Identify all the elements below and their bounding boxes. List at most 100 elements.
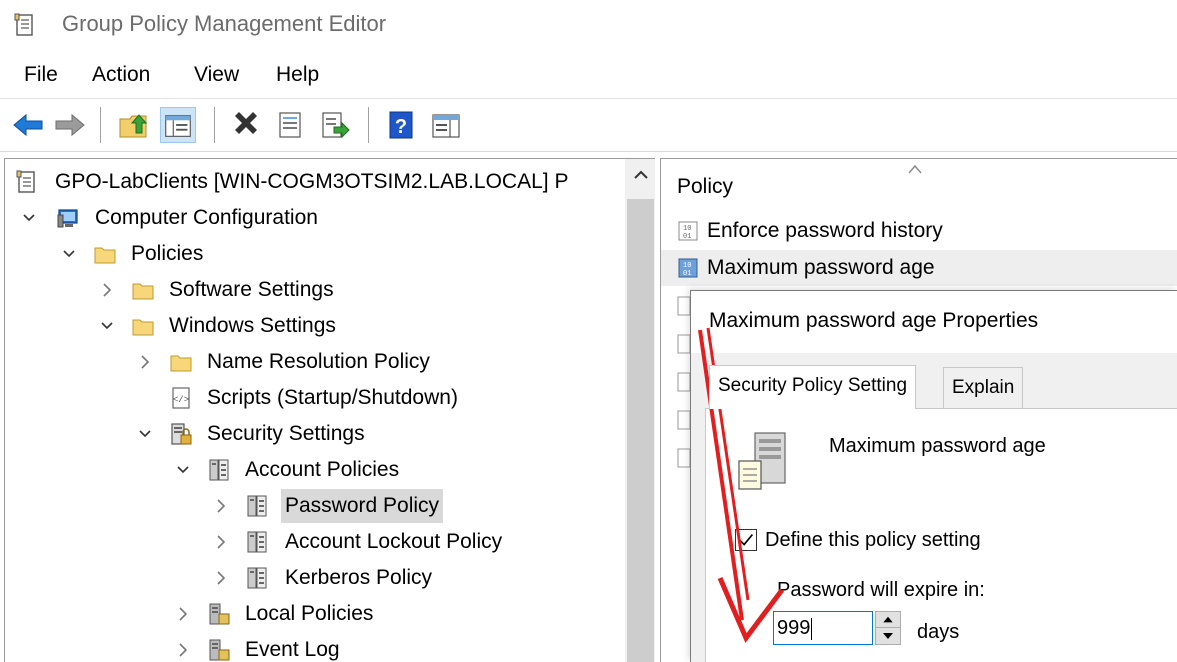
tree-item-label: Windows Settings bbox=[169, 314, 336, 337]
chevron-down-icon[interactable] bbox=[137, 417, 153, 451]
tree-item-software-settings[interactable]: Software Settings bbox=[5, 273, 615, 307]
delete-icon[interactable] bbox=[228, 107, 264, 143]
chevron-down-icon[interactable] bbox=[99, 309, 115, 343]
tree-item-label: Kerberos Policy bbox=[285, 566, 433, 589]
server-policy-icon bbox=[738, 432, 786, 490]
tree-item-event-log[interactable]: Event Log bbox=[5, 633, 615, 662]
tree-item-security-settings[interactable]: Security Settings bbox=[5, 417, 615, 451]
policy-setting-icon: 10 01 bbox=[678, 258, 698, 278]
chevron-right-icon[interactable] bbox=[213, 561, 229, 595]
tree-item-computer-configuration[interactable]: Computer Configuration bbox=[5, 201, 615, 235]
folder-icon bbox=[132, 319, 154, 336]
tree-root-label: GPO-LabClients [WIN-COGM3OTSIM2.LAB.LOCA… bbox=[55, 170, 569, 193]
menu-file[interactable]: File bbox=[24, 63, 58, 87]
chevron-right-icon[interactable] bbox=[213, 525, 229, 559]
script-icon: </> bbox=[172, 387, 190, 409]
define-policy-checkbox[interactable] bbox=[735, 529, 757, 551]
chevron-down-icon[interactable] bbox=[175, 453, 191, 487]
tree-item-scripts[interactable]: </> Scripts (Startup/Shutdown) bbox=[5, 381, 615, 415]
text-caret bbox=[811, 617, 813, 640]
chevron-right-icon[interactable] bbox=[213, 489, 229, 523]
expire-days-input[interactable]: 999 bbox=[773, 611, 873, 645]
toolbar: ? bbox=[0, 98, 1177, 152]
tree-item-label: Account Policies bbox=[245, 458, 400, 481]
properties-icon[interactable] bbox=[272, 107, 308, 143]
back-icon[interactable] bbox=[10, 107, 46, 143]
policy-row-label: Maximum password age bbox=[707, 256, 935, 279]
tree-item-account-policies[interactable]: Account Policies bbox=[5, 453, 615, 487]
spin-down-icon[interactable] bbox=[876, 628, 900, 644]
toolbar-separator bbox=[368, 107, 369, 143]
expire-days-spinner[interactable] bbox=[875, 611, 901, 645]
chevron-right-icon[interactable] bbox=[99, 273, 115, 307]
help-icon[interactable]: ? bbox=[384, 107, 420, 143]
tab-explain[interactable]: Explain bbox=[943, 367, 1024, 409]
policy-row-enforce-password-history[interactable]: 10 01 Enforce password history bbox=[661, 213, 1177, 249]
dialog-title: Maximum password age Properties bbox=[709, 309, 1039, 332]
policy-container-icon bbox=[247, 567, 267, 589]
chevron-right-icon[interactable] bbox=[137, 345, 153, 379]
svg-text:01: 01 bbox=[683, 233, 691, 241]
menu-view[interactable]: View bbox=[194, 63, 239, 87]
tab-security-policy-setting[interactable]: Security Policy Setting bbox=[709, 365, 917, 409]
properties-dialog: Maximum password age Properties Security… bbox=[690, 290, 1177, 662]
tab-label: Explain bbox=[952, 377, 1015, 398]
checkmark-icon bbox=[739, 534, 753, 546]
tree-scrollbar[interactable] bbox=[625, 159, 655, 662]
spin-up-icon[interactable] bbox=[876, 612, 900, 628]
setting-name: Maximum password age bbox=[829, 435, 1046, 457]
tree-item-account-lockout-policy[interactable]: Account Lockout Policy bbox=[5, 525, 615, 559]
chevron-down-icon[interactable] bbox=[21, 201, 37, 235]
tab-label: Security Policy Setting bbox=[718, 375, 908, 396]
tree-item-windows-settings[interactable]: Windows Settings bbox=[5, 309, 615, 343]
expire-label: Password will expire in: bbox=[777, 579, 985, 601]
toolbar-separator bbox=[100, 107, 101, 143]
menu-action[interactable]: Action bbox=[92, 63, 150, 87]
console-tree-pane: GPO-LabClients [WIN-COGM3OTSIM2.LAB.LOCA… bbox=[4, 158, 655, 662]
computer-icon bbox=[57, 209, 78, 228]
hidden-policy-row-icons bbox=[677, 296, 691, 468]
column-header-policy[interactable]: Policy bbox=[677, 175, 733, 199]
tree-item-label: Account Lockout Policy bbox=[285, 530, 503, 553]
policy-row-label: Enforce password history bbox=[707, 219, 943, 242]
svg-text:</>: </> bbox=[173, 395, 189, 405]
chevron-right-icon[interactable] bbox=[175, 597, 191, 631]
forward-icon[interactable] bbox=[52, 107, 88, 143]
expire-days-value: 999 bbox=[777, 617, 811, 639]
tree-item-label: Computer Configuration bbox=[95, 206, 318, 229]
policy-container-icon bbox=[209, 603, 230, 625]
tree-item-label: Event Log bbox=[245, 638, 340, 661]
folder-icon bbox=[170, 355, 192, 372]
security-settings-icon bbox=[171, 423, 192, 445]
tree-item-label: Software Settings bbox=[169, 278, 334, 301]
svg-text:?: ? bbox=[395, 116, 407, 138]
policy-container-icon bbox=[209, 459, 229, 481]
show-hide-tree-icon[interactable] bbox=[160, 107, 196, 143]
folder-icon bbox=[132, 283, 154, 300]
menu-bar: File Action View Help bbox=[0, 56, 1177, 94]
tree-root[interactable]: GPO-LabClients [WIN-COGM3OTSIM2.LAB.LOCA… bbox=[13, 165, 623, 199]
tree-item-label: Local Policies bbox=[245, 602, 374, 625]
tree-item-policies[interactable]: Policies bbox=[5, 237, 615, 271]
menu-help[interactable]: Help bbox=[276, 63, 319, 87]
show-action-pane-icon[interactable] bbox=[428, 107, 464, 143]
scrollbar-thumb[interactable] bbox=[627, 199, 654, 662]
up-folder-icon[interactable] bbox=[116, 107, 152, 143]
tree-item-kerberos-policy[interactable]: Kerberos Policy bbox=[5, 561, 615, 595]
export-list-icon[interactable] bbox=[316, 107, 352, 143]
chevron-down-icon[interactable] bbox=[61, 237, 77, 271]
tree-item-local-policies[interactable]: Local Policies bbox=[5, 597, 615, 631]
policy-row-maximum-password-age[interactable]: 10 01 Maximum password age bbox=[661, 250, 1177, 286]
tree-item-name-resolution-policy[interactable]: Name Resolution Policy bbox=[5, 345, 615, 379]
tree-item-label: Password Policy bbox=[281, 489, 444, 523]
define-policy-checkbox-label[interactable]: Define this policy setting bbox=[765, 529, 981, 552]
toolbar-separator bbox=[214, 107, 215, 143]
chevron-right-icon[interactable] bbox=[175, 633, 191, 662]
tree-item-label: Name Resolution Policy bbox=[207, 350, 430, 373]
gpo-icon bbox=[16, 170, 35, 193]
svg-text:10: 10 bbox=[683, 225, 691, 233]
tree-item-password-policy[interactable]: Password Policy bbox=[5, 489, 615, 523]
policy-container-icon bbox=[247, 495, 267, 517]
scroll-up-arrow-icon[interactable] bbox=[631, 165, 651, 185]
sort-ascending-icon bbox=[908, 164, 922, 174]
